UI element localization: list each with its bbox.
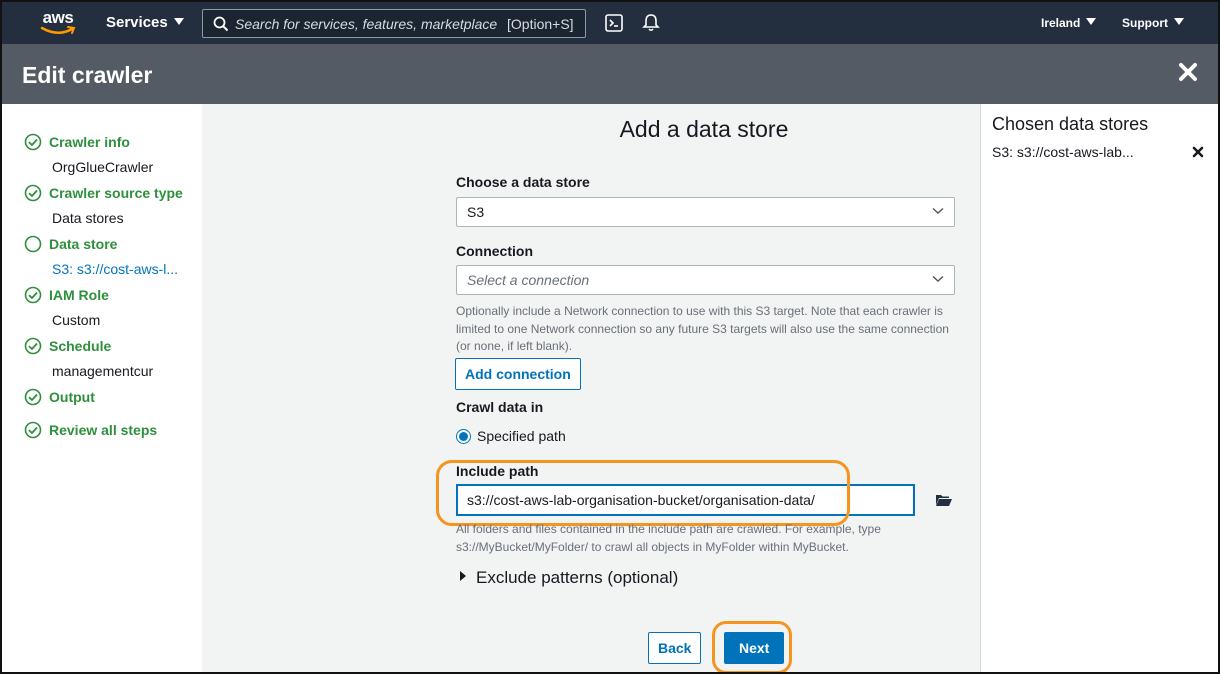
caret-down-icon [1174,18,1184,25]
cloudshell-icon[interactable] [605,14,623,32]
step-value-link[interactable]: S3: s3://cost-aws-l... [52,261,178,277]
data-store-label: Choose a data store [456,174,590,190]
check-circle-icon [24,388,42,406]
step-value: OrgGlueCrawler [52,159,154,175]
help-line: All folders and files contained in the i… [456,522,881,536]
data-store-value: S3 [467,204,485,220]
exclude-patterns-label: Exclude patterns (optional) [476,568,679,587]
bell-icon[interactable] [642,13,660,32]
help-line: Optionally include a Network connection … [456,304,943,318]
remove-icon[interactable] [1192,146,1204,158]
top-nav: aws Services [Option+S] Ir [2,2,1218,44]
chevron-down-icon [932,207,944,215]
step-value: Data stores [52,210,124,226]
services-menu[interactable]: Services [106,14,184,31]
aws-logo-text: aws [42,8,74,27]
include-path-input[interactable] [456,484,915,516]
radio-label: Specified path [477,428,566,444]
connection-placeholder: Select a connection [467,272,590,288]
search-icon [213,16,229,32]
back-button[interactable]: Back [648,632,702,664]
step-value: Custom [52,312,101,328]
caret-right-icon [460,571,466,581]
region-label: Ireland [1041,16,1081,30]
search-input[interactable] [235,10,500,37]
page-header: Edit crawler [2,44,1218,104]
help-line: s3://MyBucket/MyFolder/ to crawl all obj… [456,539,849,554]
crawl-data-in-label: Crawl data in [456,399,544,415]
aws-smile-icon [40,26,76,34]
help-line: (or none, if left blank). [456,339,573,353]
steps-sidebar: Crawler info OrgGlueCrawler Crawler sour… [2,104,202,672]
check-circle-icon [24,133,42,151]
next-button[interactable]: Next [724,632,785,664]
folder-open-icon[interactable] [935,493,953,507]
app-frame: aws Services [Option+S] Ir [0,0,1220,674]
help-line: limited to one Network connection so any… [456,321,949,336]
region-selector[interactable]: Ireland [1041,16,1097,30]
search-box[interactable]: [Option+S] [202,9,586,38]
page-title: Edit crawler [22,62,153,88]
chosen-data-stores-panel: Chosen data stores S3: s3://cost-aws-lab… [980,104,1218,672]
check-circle-icon [24,337,42,355]
step-label: Data store [49,236,118,252]
radio-selected-icon[interactable] [456,429,471,444]
chosen-data-store-item: S3: s3://cost-aws-lab... [992,144,1134,160]
step-label: Schedule [49,338,112,354]
step-value: managementcur [52,363,154,379]
close-icon[interactable] [1178,62,1198,82]
connection-label: Connection [456,243,533,259]
caret-down-icon [1086,18,1097,25]
include-path-label: Include path [456,463,539,479]
empty-circle-icon [24,235,42,253]
caret-down-icon [173,18,184,25]
support-menu[interactable]: Support [1122,16,1184,30]
step-label: Crawler info [49,134,130,150]
main-content: Add a data store Choose a data store S3 … [202,104,980,672]
connection-help-text: Optionally include a Network connection … [456,303,966,356]
exclude-patterns-expander[interactable]: Exclude patterns (optional) [460,568,678,588]
check-circle-icon [24,184,42,202]
step-label: Review all steps [49,422,158,438]
check-circle-icon [24,286,42,304]
chevron-down-icon [932,275,944,283]
step-label: Crawler source type [49,185,183,201]
aws-logo[interactable]: aws [38,8,78,38]
step-label: Output [49,389,95,405]
connection-select[interactable]: Select a connection [456,265,955,295]
panel-title: Chosen data stores [992,114,1149,134]
include-path-help-text: All folders and files contained in the i… [456,521,966,556]
search-shortcut-hint: [Option+S] [507,16,574,32]
add-connection-button[interactable]: Add connection [455,358,581,390]
services-label: Services [106,14,168,31]
data-store-select[interactable]: S3 [456,197,955,227]
step-label: IAM Role [49,287,109,303]
check-circle-icon [24,421,42,439]
support-label: Support [1122,16,1168,30]
